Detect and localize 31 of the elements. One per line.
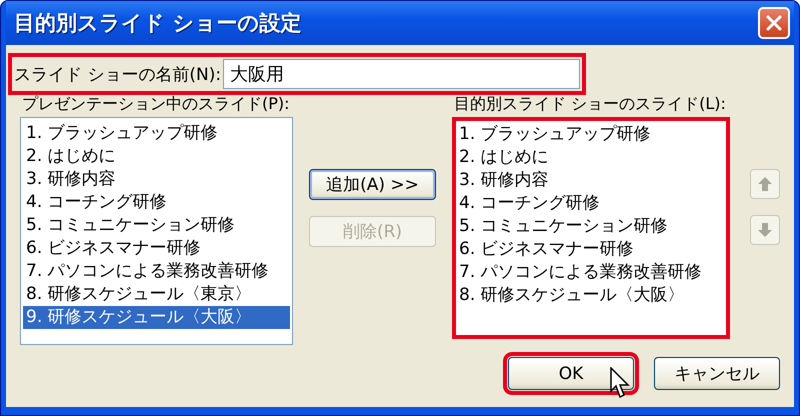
mouse-pointer-icon [610,367,630,399]
list-label: プレゼンテーション中のスライド(P): [21,93,290,115]
list-item[interactable]: 8. 研修スケジュール〈大阪〉 [456,284,726,307]
list-item[interactable]: 1. ブラッシュアップ研修 [23,122,290,145]
close-button[interactable] [758,7,790,39]
list-item[interactable]: 2. はじめに [23,145,290,168]
list-item[interactable]: 5. コミュニケーション研修 [456,215,726,238]
list-item[interactable]: 7. パソコンによる業務改善研修 [23,260,290,283]
add-button[interactable]: 追加(A) >> [308,169,436,200]
cancel-button[interactable]: キャンセル [654,357,780,390]
name-field[interactable]: 大阪用 [223,59,580,89]
list-item[interactable]: 2. はじめに [456,146,726,169]
window-title: 目的別スライド ショーの設定 [14,10,302,37]
slide-list[interactable]: 1. ブラッシュアップ研修 2. はじめに 3. 研修内容 4. コーチング研修 5. コミュニケーション研修 6. ビジネスマナー研修 7. パソコンによる業務改善研修 8. 研修スケジュール〈東京〉 9. 研修スケジュール〈大阪〉 [20,117,293,345]
list-item[interactable]: 3. 研修内容 [23,168,290,191]
list-item[interactable]: 6. ビジネスマナー研修 [456,238,726,261]
list-item[interactable]: 9. 研修スケジュール〈大阪〉 [23,306,290,329]
list-item[interactable]: 5. コミュニケーション研修 [23,214,290,237]
down-arrow-icon [757,222,773,238]
list-item[interactable]: 8. 研修スケジュール〈東京〉 [23,283,290,306]
close-icon [766,15,782,31]
list-item[interactable]: 3. 研修内容 [456,169,726,192]
list-item[interactable]: 6. ビジネスマナー研修 [23,237,290,260]
list-item[interactable]: 1. ブラッシュアップ研修 [456,123,726,146]
list-item[interactable]: 4. コーチング研修 [456,192,726,215]
list-item[interactable]: 7. パソコンによる業務改善研修 [456,261,726,284]
field-label: スライド ショーの名前(N): [14,64,222,86]
slide-list[interactable]: 1. ブラッシュアップ研修 2. はじめに 3. 研修内容 4. コーチング研修 5. コミュニケーション研修 6. ビジネスマナー研修 7. パソコンによる業務改善研修 8. 研修スケジュール〈大阪〉 [452,117,730,339]
list-item[interactable]: 4. コーチング研修 [23,191,290,214]
list-label: 目的別スライド ショーのスライド(L): [453,93,726,115]
up-arrow-icon [757,176,773,192]
